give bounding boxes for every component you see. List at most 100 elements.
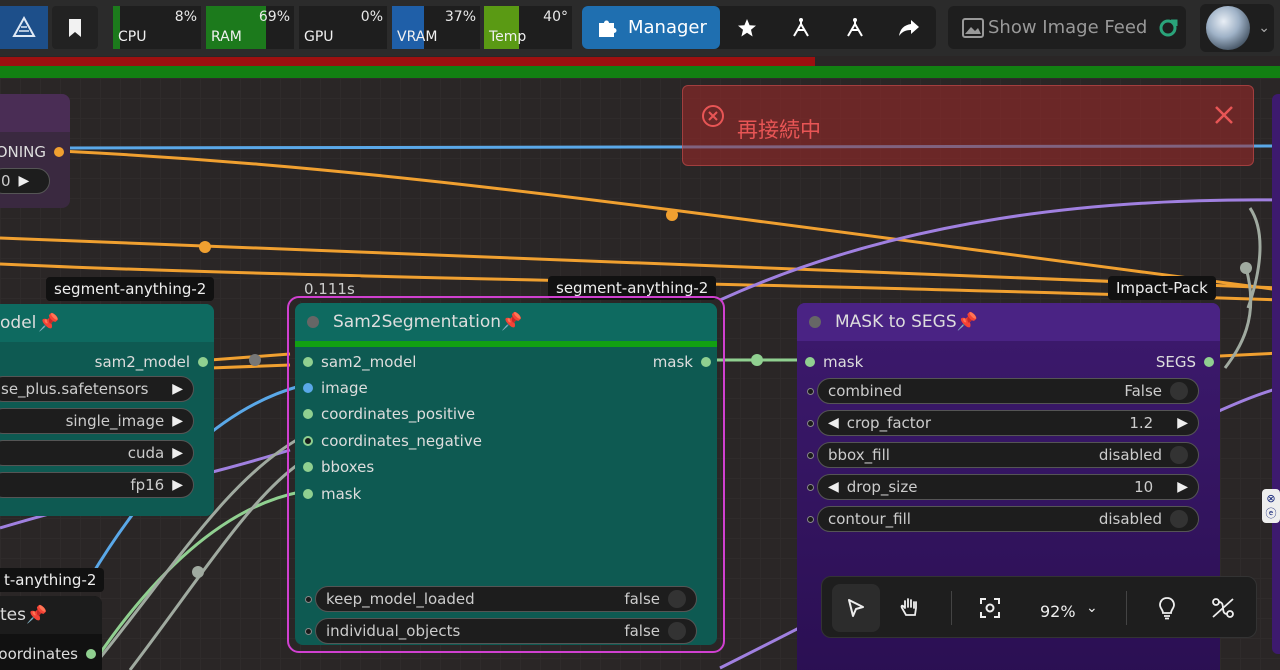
- manager-button[interactable]: Manager: [582, 6, 720, 49]
- coordinates-node-title[interactable]: tes 📌: [0, 596, 102, 634]
- toggle-links-button[interactable]: [1199, 584, 1247, 632]
- vram-meter: 37% VRAM: [392, 6, 480, 49]
- hint-button[interactable]: [1143, 584, 1191, 632]
- individual-objects-toggle[interactable]: [668, 622, 686, 640]
- combined-widget[interactable]: combined False: [817, 378, 1199, 404]
- ram-meter: 69% RAM: [206, 6, 294, 49]
- select-tool-button[interactable]: [832, 584, 880, 632]
- drop-size-widget[interactable]: ◀ drop_size 10 ▶: [817, 474, 1199, 500]
- conditioning-output[interactable]: ONING: [0, 142, 64, 162]
- contour-fill-toggle[interactable]: [1170, 510, 1188, 528]
- input-mask-dot[interactable]: [303, 489, 313, 499]
- segmentor-widget[interactable]: single_image ▶: [0, 408, 194, 434]
- bbox-fill-toggle[interactable]: [1170, 446, 1188, 464]
- input-coordinates-positive[interactable]: coordinates_positive: [303, 404, 475, 424]
- bookmark-button[interactable]: [52, 6, 98, 49]
- model-widget-arrow-icon[interactable]: ▶: [172, 381, 183, 397]
- model-manager-alt-button[interactable]: [832, 6, 878, 49]
- canvas-toolbar: 92% ⌄: [821, 576, 1257, 638]
- mask-to-segs-output[interactable]: SEGS: [1156, 352, 1214, 372]
- coordinates-output[interactable]: oordinates: [0, 644, 96, 664]
- side-tab-buttons[interactable]: ⊗ ⓔ: [1262, 489, 1280, 523]
- increment-arrow-icon[interactable]: ▶: [19, 173, 30, 189]
- precision-arrow-icon[interactable]: ▶: [172, 477, 183, 493]
- input-sam2-model[interactable]: sam2_model: [303, 352, 416, 372]
- drop-size-socket[interactable]: [807, 484, 814, 491]
- fit-view-button[interactable]: [966, 584, 1014, 632]
- sam2-segmentation-node[interactable]: Sam2Segmentation 📌 sam2_model image coor…: [295, 303, 717, 645]
- collapse-dot[interactable]: [307, 316, 319, 328]
- crop-factor-widget[interactable]: ◀ crop_factor 1.2 ▶: [817, 410, 1199, 436]
- precision-widget[interactable]: fp16 ▶: [0, 472, 194, 498]
- bbox-fill-socket[interactable]: [807, 452, 814, 459]
- model-manager-button[interactable]: [778, 6, 824, 49]
- input-image[interactable]: image: [303, 378, 368, 398]
- input-mask[interactable]: mask: [303, 484, 361, 504]
- share-button[interactable]: [886, 6, 932, 49]
- bbox-fill-widget[interactable]: bbox_fill disabled: [817, 442, 1199, 468]
- input-coordinates-negative[interactable]: coordinates_negative: [303, 431, 482, 451]
- show-image-feed-label: Show Image Feed: [988, 17, 1148, 38]
- keep-model-loaded-widget[interactable]: keep_model_loaded false: [315, 586, 697, 612]
- conditioning-node[interactable]: ONING 0 ▶: [0, 94, 70, 208]
- crop-factor-decrement-icon[interactable]: ◀: [828, 415, 839, 431]
- offscreen-right-node[interactable]: [1272, 94, 1280, 654]
- coordinates-output-label: oordinates: [0, 645, 78, 663]
- edge-small-icon[interactable]: ⓔ: [1266, 505, 1277, 521]
- close-icon[interactable]: [1213, 104, 1235, 126]
- coordinates-output-dot[interactable]: [86, 649, 96, 659]
- device-arrow-icon[interactable]: ▶: [172, 445, 183, 461]
- lightbulb-icon: [1159, 597, 1175, 620]
- input-coords-positive-dot[interactable]: [303, 409, 313, 419]
- mask-to-segs-input-dot[interactable]: [805, 357, 815, 367]
- contour-fill-socket[interactable]: [807, 516, 814, 523]
- pin-icon: 📌: [38, 313, 60, 333]
- combined-socket[interactable]: [807, 388, 814, 395]
- sam2seg-title[interactable]: Sam2Segmentation 📌: [295, 303, 717, 341]
- mask-to-segs-input[interactable]: mask: [805, 352, 863, 372]
- crop-factor-socket[interactable]: [807, 420, 814, 427]
- individual-objects-socket[interactable]: [305, 628, 312, 635]
- close-small-icon[interactable]: ⊗: [1266, 492, 1275, 505]
- conditioning-output-dot[interactable]: [54, 147, 64, 157]
- sam2seg-output-mask[interactable]: mask: [653, 352, 711, 372]
- user-avatar-button[interactable]: ⌄: [1200, 4, 1274, 52]
- input-bboxes-dot[interactable]: [303, 462, 313, 472]
- drop-size-increment-icon[interactable]: ▶: [1177, 479, 1188, 495]
- drop-size-name: drop_size: [846, 478, 918, 496]
- star-button[interactable]: [724, 6, 770, 49]
- sam2seg-output-dot[interactable]: [701, 357, 711, 367]
- collapse-dot[interactable]: [809, 316, 821, 328]
- input-coords-negative-dot[interactable]: [303, 436, 313, 446]
- drop-size-decrement-icon[interactable]: ◀: [828, 479, 839, 495]
- input-image-dot[interactable]: [303, 383, 313, 393]
- model-loader-title[interactable]: odel 📌: [0, 304, 214, 342]
- input-bboxes[interactable]: bboxes: [303, 457, 374, 477]
- segs-output-dot[interactable]: [1204, 357, 1214, 367]
- coordinates-node[interactable]: tes 📌 oordinates: [0, 596, 102, 670]
- star-icon: [738, 18, 756, 36]
- show-image-feed-button[interactable]: Show Image Feed: [948, 6, 1186, 49]
- pin-icon: 📌: [25, 605, 48, 625]
- keep-model-loaded-socket[interactable]: [305, 596, 312, 603]
- zoom-dropdown[interactable]: 92% ⌄: [1032, 584, 1102, 632]
- combined-toggle[interactable]: [1170, 382, 1188, 400]
- conditioning-widget[interactable]: 0 ▶: [0, 168, 50, 194]
- device-widget[interactable]: cuda ▶: [0, 440, 194, 466]
- contour-fill-widget[interactable]: contour_fill disabled: [817, 506, 1199, 532]
- keep-model-loaded-toggle[interactable]: [668, 590, 686, 608]
- comfy-logo-button[interactable]: [0, 6, 48, 49]
- individual-objects-widget[interactable]: individual_objects false: [315, 618, 697, 644]
- pan-tool-button[interactable]: [886, 584, 934, 632]
- mask-to-segs-title[interactable]: MASK to SEGS 📌: [797, 303, 1220, 341]
- input-sam2-model-dot[interactable]: [303, 357, 313, 367]
- sam2-model-loader-node[interactable]: odel 📌 sam2_model se_plus.safetensors ▶ …: [0, 304, 214, 516]
- input-image-label: image: [321, 379, 368, 397]
- crop-factor-increment-icon[interactable]: ▶: [1177, 415, 1188, 431]
- model-loader-output[interactable]: sam2_model: [95, 352, 208, 372]
- segmentor-arrow-icon[interactable]: ▶: [172, 413, 183, 429]
- conditioning-node-title[interactable]: [0, 94, 70, 132]
- graph-canvas[interactable]: ONING 0 ▶ segment-anything-2 odel 📌 sam2…: [0, 78, 1280, 670]
- sam2-model-output-dot[interactable]: [198, 357, 208, 367]
- model-widget[interactable]: se_plus.safetensors ▶: [0, 376, 194, 402]
